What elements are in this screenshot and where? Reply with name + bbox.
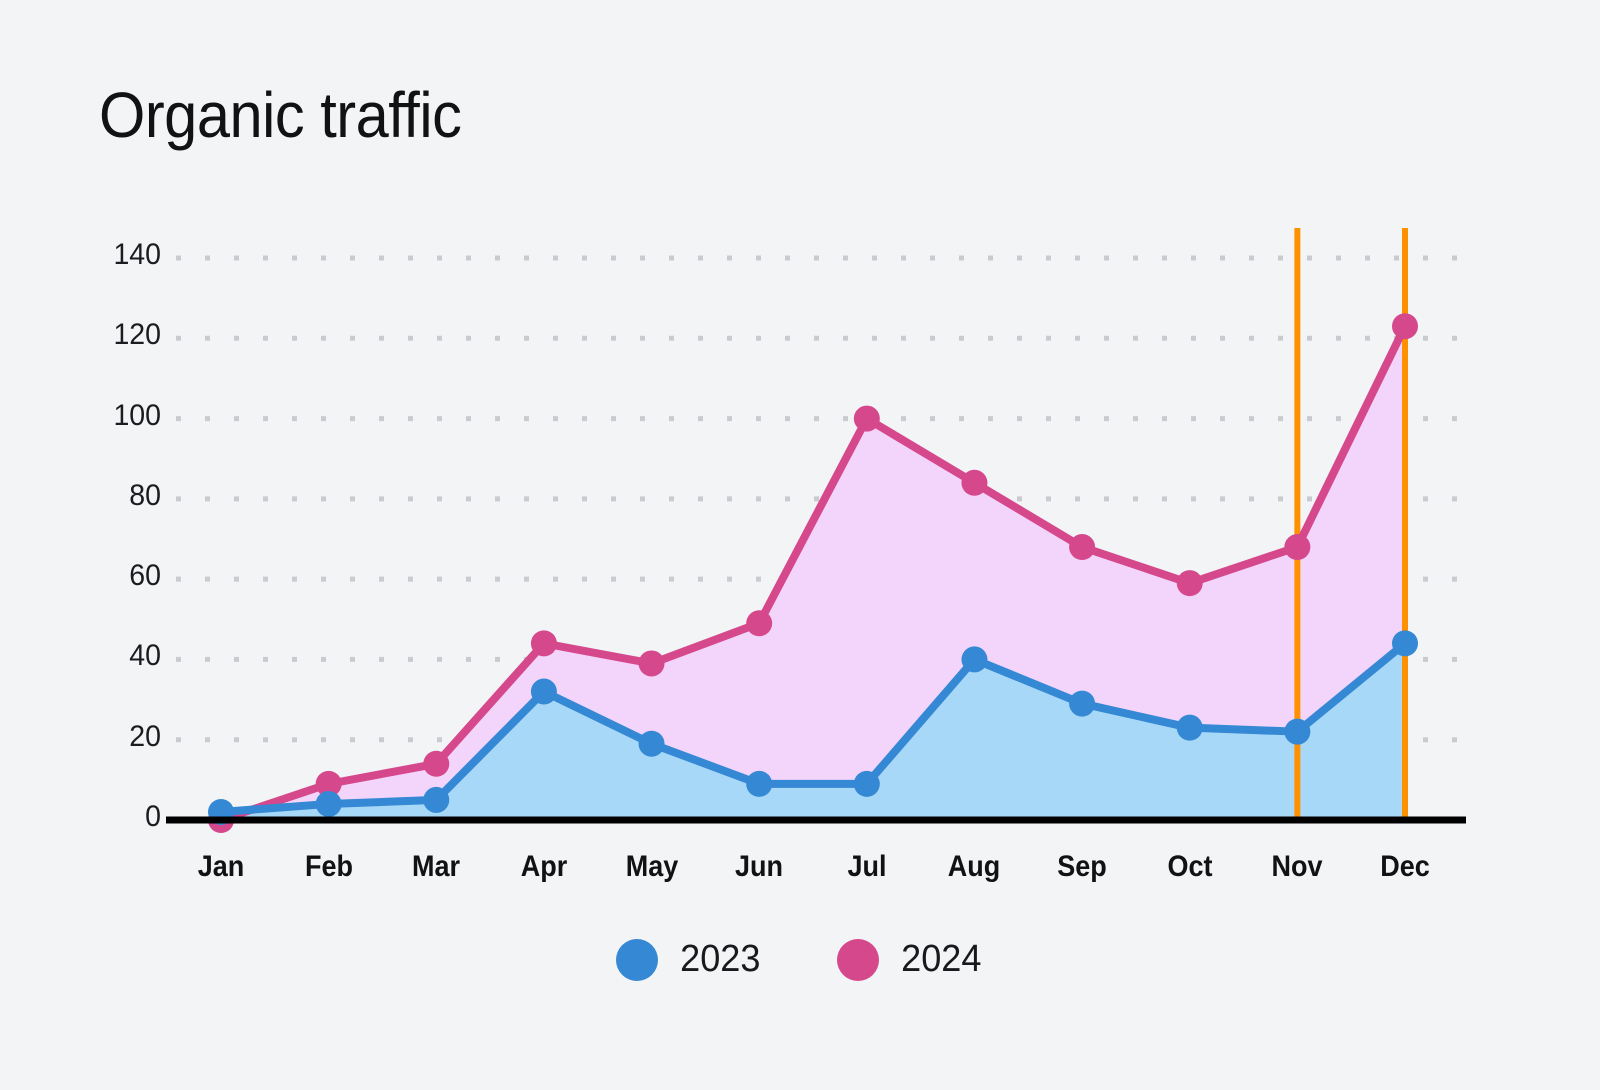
data-point-2024-Jul[interactable] (853, 405, 880, 432)
data-point-2024-Sep[interactable] (1069, 534, 1096, 561)
data-point-2023-Jul[interactable] (853, 770, 880, 797)
data-point-2023-Nov[interactable] (1284, 718, 1311, 745)
data-point-2023-Dec[interactable] (1392, 630, 1418, 657)
data-point-2024-May[interactable] (638, 650, 665, 677)
y-axis-tick-label: 100 (113, 398, 161, 432)
y-axis-tick-label: 120 (113, 318, 161, 352)
x-axis-tick-label-Jan: Jan (197, 850, 245, 883)
data-point-2024-Mar[interactable] (423, 750, 450, 777)
chart-legend: 2023 2024 (0, 938, 1600, 981)
legend-label-2024: 2024 (901, 938, 982, 980)
y-axis-tick-label: 60 (129, 559, 161, 593)
data-point-2024-Dec[interactable] (1392, 313, 1418, 340)
data-point-2023-Aug[interactable] (961, 646, 988, 673)
data-point-2024-Jun[interactable] (746, 610, 773, 637)
data-point-2023-Mar[interactable] (423, 786, 450, 813)
y-axis-tick-label: 0 (145, 800, 161, 833)
chart-canvas: Organic traffic 0 20 40 60 80 100 120 140 Jan Fe… (0, 0, 1600, 1090)
data-point-2024-Nov[interactable] (1284, 534, 1311, 561)
data-point-2024-Oct[interactable] (1176, 570, 1203, 597)
x-axis-tick-label-Sep: Sep (1057, 850, 1107, 883)
data-point-2023-Feb[interactable] (315, 790, 342, 817)
organic-traffic-area-chart (166, 228, 1468, 833)
y-axis-tick-label: 80 (129, 478, 161, 512)
x-axis-tick-label-Dec: Dec (1380, 850, 1430, 883)
legend-swatch-icon-2023 (616, 938, 659, 981)
x-axis-tick-label-May: May (625, 850, 678, 883)
data-point-2023-Jun[interactable] (746, 770, 773, 797)
data-point-2024-Aug[interactable] (961, 469, 988, 496)
data-point-2024-Apr[interactable] (530, 630, 557, 657)
x-axis-tick-label-Jul: Jul (847, 850, 887, 883)
data-point-2023-Apr[interactable] (530, 678, 557, 705)
x-axis-tick-label-Oct: Oct (1167, 850, 1213, 883)
x-axis-tick-label-Apr: Apr (520, 850, 568, 883)
x-axis-tick-label-Aug: Aug (948, 850, 1001, 883)
x-axis-tick-label-Feb: Feb (304, 850, 353, 883)
legend-item-2024[interactable]: 2024 (837, 938, 984, 981)
y-axis-tick-label: 20 (129, 719, 161, 753)
y-axis-tick-label: 140 (113, 238, 161, 271)
data-point-2023-May[interactable] (638, 730, 665, 757)
data-point-2023-Sep[interactable] (1069, 690, 1096, 717)
x-axis-tick-label-Mar: Mar (412, 850, 461, 883)
legend-item-2023[interactable]: 2023 (616, 938, 763, 981)
y-axis-tick-label: 40 (129, 639, 161, 673)
legend-label-2023: 2023 (680, 938, 761, 980)
data-point-2023-Oct[interactable] (1176, 714, 1203, 741)
x-axis-tick-label-Nov: Nov (1271, 850, 1323, 883)
x-axis-tick-label-Jun: Jun (735, 850, 784, 883)
legend-swatch-icon-2024 (837, 938, 879, 981)
